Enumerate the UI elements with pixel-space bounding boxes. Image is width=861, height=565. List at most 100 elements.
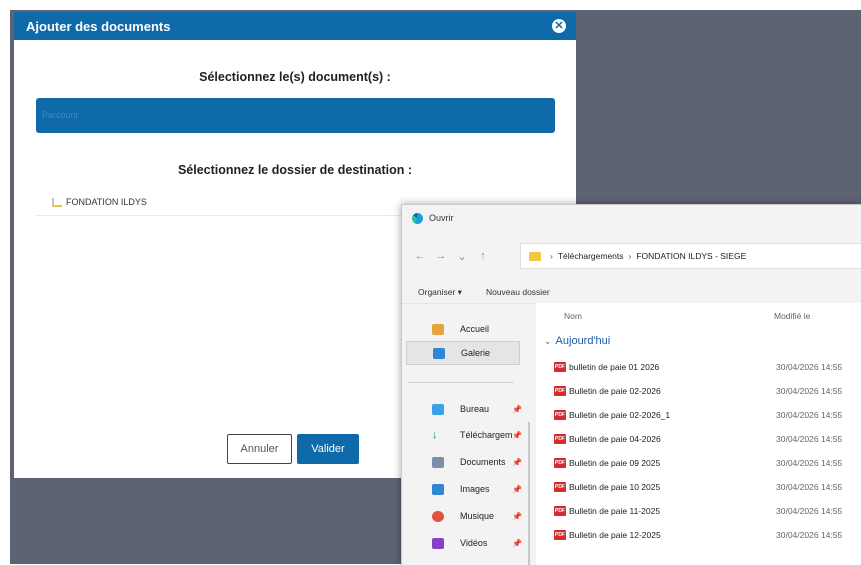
group-label: Aujourd'hui [555,335,611,347]
file-date: 30/04/2026 14:55 [776,482,843,492]
recent-locations-icon[interactable]: ⌄ [454,250,470,263]
nav-label: Images [460,484,490,494]
forward-icon[interactable]: → [433,250,449,262]
nav-label: Téléchargem [460,430,513,440]
folder-icon [52,197,62,207]
pin-icon[interactable]: 📌 [512,512,522,521]
pin-icon[interactable]: 📌 [512,539,522,548]
images-icon [432,483,444,495]
file-name: Bulletin de paie 12-2025 [569,530,661,540]
breadcrumb-downloads[interactable]: Téléchargements [558,251,624,261]
file-row[interactable]: PDF Bulletin de paie 12-2025 30/04/2026 … [554,525,861,545]
download-icon: ↓ [432,428,438,441]
validate-button[interactable]: Valider [297,434,359,464]
file-date: 30/04/2026 14:55 [776,434,843,444]
edge-icon [412,212,423,224]
nav-label: Bureau [460,404,490,414]
file-date: 30/04/2026 14:55 [776,386,843,396]
nav-scrollbar[interactable] [528,422,530,565]
nav-label: Accueil [460,324,490,334]
navigation-bar: ← → ⌄ ↑ › Téléchargements › FONDATION IL… [402,241,861,271]
pin-icon[interactable]: 📌 [512,485,522,494]
file-list: Nom Modifié le ⌄ Aujourd'hui PDF bulleti… [536,303,861,565]
modal-title: Ajouter des documents [26,18,171,34]
breadcrumb-current[interactable]: FONDATION ILDYS - SIEGE [636,251,746,261]
file-name: Bulletin de paie 04-2026 [569,434,661,444]
column-header-name[interactable]: Nom [564,311,582,321]
pin-icon[interactable]: 📌 [512,405,522,414]
new-folder-button[interactable]: Nouveau dossier [486,287,550,297]
file-date: 30/04/2026 14:55 [776,362,843,372]
file-name: Bulletin de paie 09 2025 [569,458,661,468]
pdf-icon: PDF [554,482,566,492]
pin-icon[interactable]: 📌 [512,458,522,467]
pdf-icon: PDF [554,530,566,540]
file-name: Bulletin de paie 10 2025 [569,482,661,492]
chevron-right-icon: › [628,251,632,261]
folder-icon [529,251,541,261]
pdf-icon: PDF [554,506,566,516]
address-bar[interactable]: › Téléchargements › FONDATION ILDYS - SI… [520,243,861,269]
nav-item-accueil[interactable]: Accueil [406,317,520,341]
destination-folder-label: FONDATION ILDYS [66,197,147,207]
documents-icon [432,456,444,468]
nav-item-documents[interactable]: Documents 📌 [406,450,522,474]
pdf-icon: PDF [554,458,566,468]
dialog-title: Ouvrir [429,213,454,223]
pin-icon[interactable]: 📌 [512,431,522,440]
file-row[interactable]: PDF Bulletin de paie 02-2026 30/04/2026 … [554,381,861,401]
file-name: Bulletin de paie 02-2026 [569,386,661,396]
nav-item-videos[interactable]: Vidéos 📌 [406,531,522,555]
divider [36,215,416,216]
file-date: 30/04/2026 14:55 [776,530,843,540]
navigation-pane: Accueil Galerie Bureau 📌 ↓ Téléchargem 📌… [402,307,530,565]
nav-item-galerie[interactable]: Galerie [406,341,520,365]
file-name: bulletin de paie 01 2026 [569,362,660,372]
close-icon[interactable]: ✕ [552,19,566,33]
pdf-icon: PDF [554,434,566,444]
nav-label: Vidéos [460,538,488,548]
nav-label: Galerie [461,348,491,358]
column-header-modified[interactable]: Modifié le [774,311,810,321]
file-date: 30/04/2026 14:55 [776,410,843,420]
destination-folder[interactable]: FONDATION ILDYS [52,197,147,207]
file-row[interactable]: PDF Bulletin de paie 11-2025 30/04/2026 … [554,501,861,521]
nav-label: Documents [460,457,506,467]
home-icon [432,323,444,335]
open-file-dialog: Ouvrir ← → ⌄ ↑ › Téléchargements › FONDA… [401,204,861,565]
dialog-titlebar: Ouvrir [402,205,861,231]
file-row[interactable]: PDF Bulletin de paie 02-2026_1 30/04/202… [554,405,861,425]
organize-button[interactable]: Organiser ▾ [418,287,462,298]
group-header[interactable]: ⌄ Aujourd'hui [544,335,610,347]
chevron-right-icon: › [550,251,553,261]
select-destination-label: Sélectionnez le dossier de destination : [177,163,413,177]
file-name: Bulletin de paie 11-2025 [569,506,661,516]
back-icon[interactable]: ← [412,250,428,262]
file-name: Bulletin de paie 02-2026_1 [569,410,671,420]
file-row[interactable]: PDF bulletin de paie 01 2026 30/04/2026 … [554,357,861,377]
gallery-icon [433,347,445,359]
divider [408,382,514,383]
pdf-icon: PDF [554,410,566,420]
nav-item-images[interactable]: Images 📌 [406,477,522,501]
videos-icon [432,537,444,549]
pdf-icon: PDF [554,386,566,396]
desktop-icon [432,403,444,415]
cancel-button[interactable]: Annuler [227,434,292,464]
dialog-toolbar: Organiser ▾ Nouveau dossier [402,281,861,304]
nav-item-musique[interactable]: Musique 📌 [406,504,522,528]
select-documents-label: Sélectionnez le(s) document(s) : [199,70,391,84]
chevron-down-icon: ⌄ [544,335,552,346]
file-date: 30/04/2026 14:55 [776,458,843,468]
up-icon[interactable]: ↑ [475,250,491,262]
file-row[interactable]: PDF Bulletin de paie 10 2025 30/04/2026 … [554,477,861,497]
nav-item-bureau[interactable]: Bureau 📌 [406,397,522,421]
pdf-icon: PDF [554,362,566,372]
nav-item-telechargements[interactable]: ↓ Téléchargem 📌 [406,423,522,447]
file-row[interactable]: PDF Bulletin de paie 04-2026 30/04/2026 … [554,429,861,449]
file-row[interactable]: PDF Bulletin de paie 09 2025 30/04/2026 … [554,453,861,473]
nav-label: Musique [460,511,495,521]
modal-header: Ajouter des documents ✕ [14,12,576,40]
browse-button[interactable]: Parcourir [36,98,555,133]
file-date: 30/04/2026 14:55 [776,506,843,516]
